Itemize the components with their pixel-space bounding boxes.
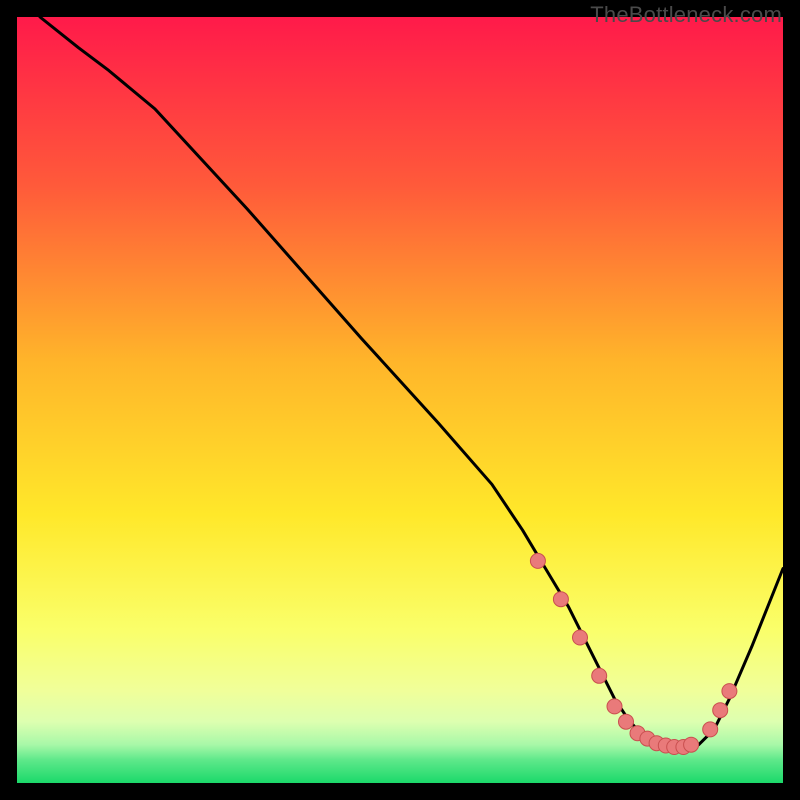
attribution-label: TheBottleneck.com (590, 2, 782, 28)
chart-svg (17, 17, 783, 783)
curve-marker (703, 722, 718, 737)
curve-marker (619, 714, 634, 729)
plot-frame (17, 17, 783, 783)
curve-marker (713, 703, 728, 718)
curve-marker (592, 668, 607, 683)
curve-marker (573, 630, 588, 645)
curve-marker (553, 592, 568, 607)
curve-marker (722, 684, 737, 699)
curve-marker (607, 699, 622, 714)
curve-marker (530, 553, 545, 568)
curve-marker (684, 737, 699, 752)
bottleneck-curve (40, 17, 783, 749)
